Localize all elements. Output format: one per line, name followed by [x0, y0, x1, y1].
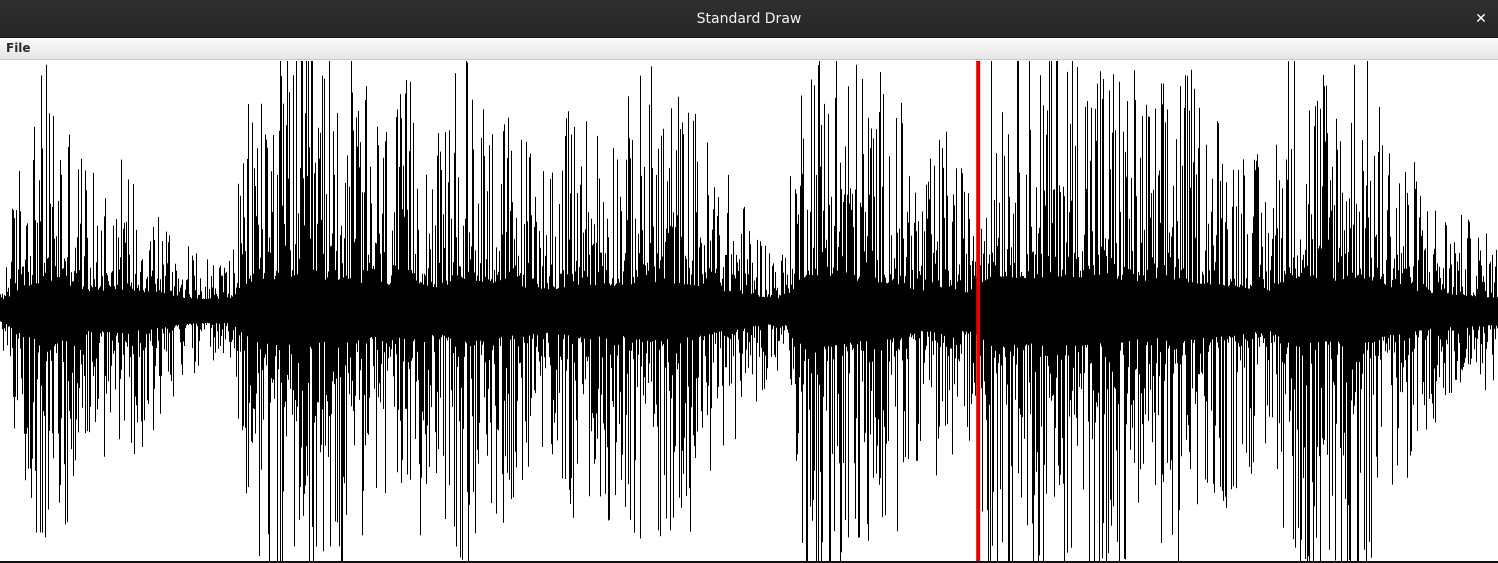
menu-bar: File: [0, 38, 1498, 60]
close-icon[interactable]: ✕: [1470, 8, 1492, 30]
draw-canvas[interactable]: [0, 61, 1498, 563]
title-bar[interactable]: Standard Draw ✕: [0, 0, 1498, 38]
menu-file[interactable]: File: [6, 38, 31, 60]
waveform-plot: [0, 61, 1498, 563]
app-window: Standard Draw ✕ File: [0, 0, 1498, 563]
waveform-core: [0, 307, 1498, 315]
window-title: Standard Draw: [696, 11, 802, 27]
waveform-series: [0, 61, 1498, 561]
